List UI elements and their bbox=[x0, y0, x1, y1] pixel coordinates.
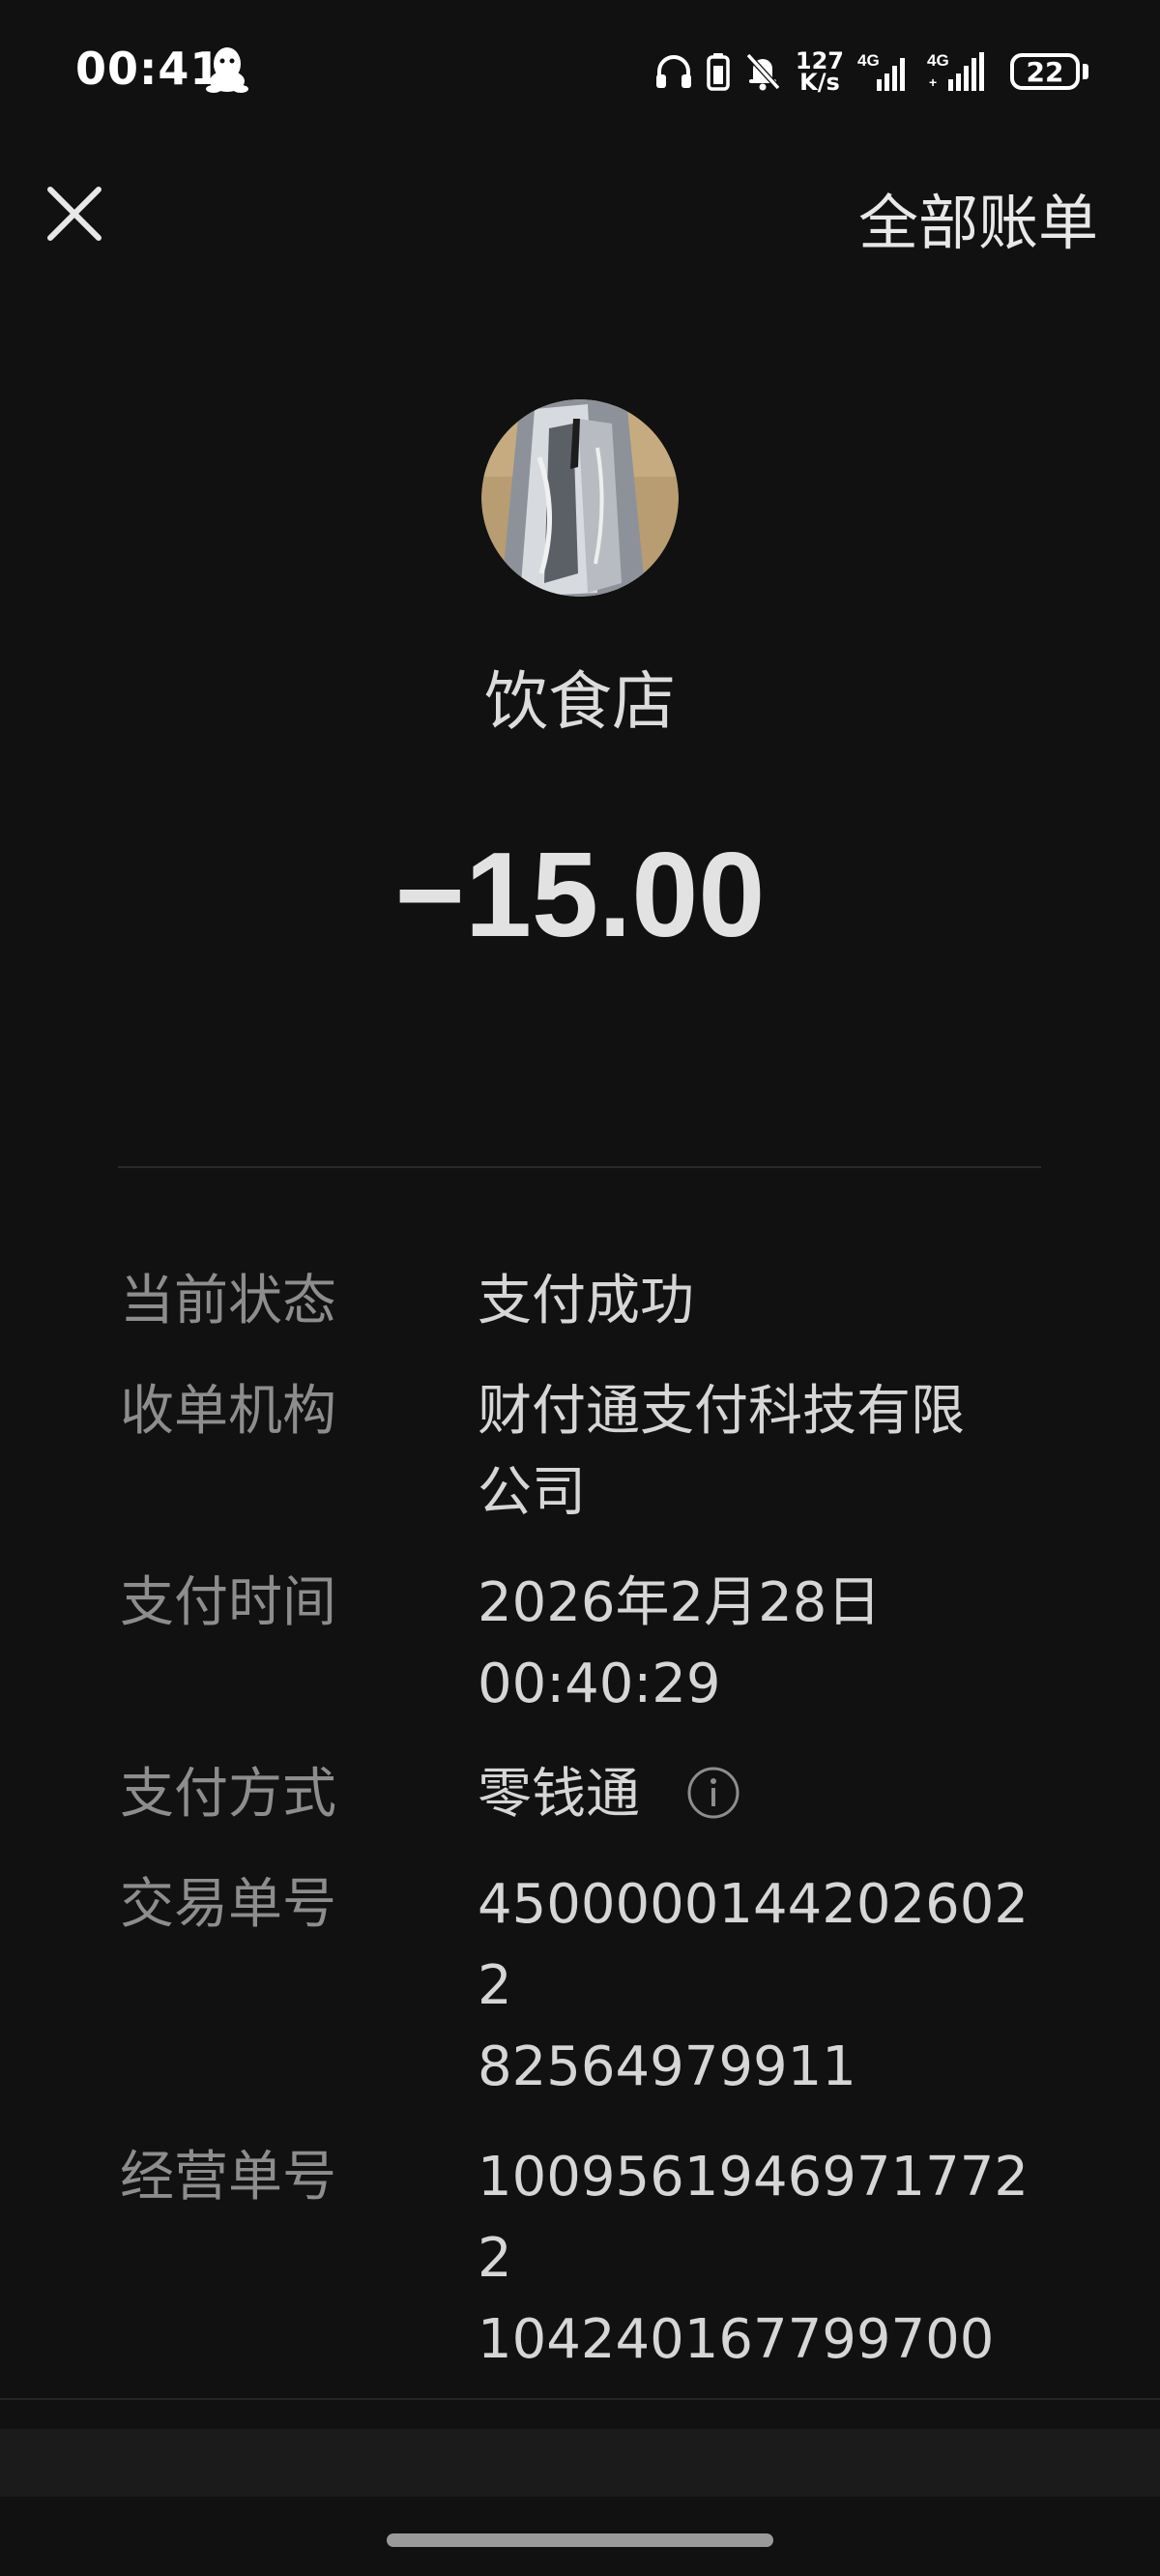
divider bbox=[118, 1166, 1041, 1168]
svg-text:4G: 4G bbox=[927, 51, 949, 70]
acquirer-value: 财付通支付科技有限 公司 bbox=[478, 1371, 1048, 1534]
battery-level: 22 bbox=[1010, 53, 1080, 90]
transaction-details: 当前状态 支付成功 收单机构 财付通支付科技有限 公司 支付时间 2026年2月… bbox=[120, 1261, 1048, 2410]
payment-method-value: 零钱通 bbox=[478, 1754, 1048, 1835]
detail-row-time: 支付时间 2026年2月28日 00:40:29 bbox=[120, 1563, 1048, 1725]
payment-date: 2026年2月28日 bbox=[478, 1571, 882, 1634]
trade-no-line2: 82564979911 bbox=[478, 2035, 856, 2098]
trade-no-label: 交易单号 bbox=[120, 1873, 336, 1936]
payment-time-value: 2026年2月28日 00:40:29 bbox=[478, 1563, 1048, 1725]
acquirer-value-line1: 财付通支付科技有限 bbox=[478, 1380, 965, 1443]
status-bar: 00:41 127 K/s 4G 4G + 22 bbox=[0, 0, 1160, 145]
status-value: 支付成功 bbox=[478, 1270, 694, 1332]
merchant-avatar bbox=[481, 399, 679, 597]
info-icon[interactable] bbox=[686, 1766, 740, 1820]
headphones-icon bbox=[654, 53, 693, 90]
payment-method-text: 零钱通 bbox=[478, 1763, 640, 1826]
merchant-no-label: 经营单号 bbox=[120, 2146, 336, 2209]
detail-row-acquirer: 收单机构 财付通支付科技有限 公司 bbox=[120, 1371, 1048, 1534]
acquirer-label: 收单机构 bbox=[120, 1380, 336, 1443]
bottom-bar bbox=[0, 2429, 1160, 2497]
payment-method-label: 支付方式 bbox=[120, 1763, 336, 1826]
merchant-no-line1: 10095619469717722 bbox=[478, 2146, 1030, 2290]
status-label: 当前状态 bbox=[120, 1270, 336, 1332]
net-speed: 127 K/s bbox=[796, 49, 844, 96]
close-icon[interactable] bbox=[44, 184, 104, 244]
bottom-separator bbox=[0, 2398, 1160, 2400]
signal-4g-icon: 4G bbox=[857, 50, 914, 93]
trade-no-value[interactable]: 45000001442026022 82564979911 bbox=[478, 1864, 1048, 2108]
merchant-no-value[interactable]: 10095619469717722 104240167799700 bbox=[478, 2137, 1048, 2381]
detail-row-status: 当前状态 支付成功 bbox=[120, 1261, 1048, 1342]
merchant-name: 饮食店 bbox=[484, 664, 676, 739]
detail-row-merchant-no: 经营单号 10095619469717722 104240167799700 bbox=[120, 2137, 1048, 2381]
battery-indicator: 22 bbox=[1010, 53, 1088, 90]
detail-row-method: 支付方式 零钱通 bbox=[120, 1754, 1048, 1835]
svg-text:4G: 4G bbox=[857, 51, 880, 70]
home-indicator[interactable] bbox=[387, 2533, 773, 2547]
qq-icon bbox=[206, 47, 248, 93]
status-time: 00:41 bbox=[75, 43, 222, 95]
payment-time-label: 支付时间 bbox=[120, 1571, 336, 1634]
mute-bell-icon bbox=[743, 51, 782, 92]
detail-row-trade-no: 交易单号 45000001442026022 82564979911 bbox=[120, 1864, 1048, 2108]
status-icons: 127 K/s 4G 4G + 22 bbox=[654, 43, 1088, 101]
net-speed-unit: K/s bbox=[799, 69, 840, 96]
acquirer-value-line2: 公司 bbox=[478, 1461, 586, 1524]
battery-tip bbox=[1083, 64, 1088, 79]
signal-4g-plus-icon: 4G + bbox=[927, 50, 997, 93]
trade-no-line1: 45000001442026022 bbox=[478, 1873, 1030, 2017]
payment-amount: −15.00 bbox=[394, 829, 766, 962]
svg-text:+: + bbox=[929, 74, 937, 90]
merchant-no-line2: 104240167799700 bbox=[478, 2308, 995, 2371]
battery-small-icon bbox=[707, 52, 730, 91]
all-bills-link[interactable]: 全部账单 bbox=[858, 174, 1098, 261]
payment-clock: 00:40:29 bbox=[478, 1653, 721, 1715]
